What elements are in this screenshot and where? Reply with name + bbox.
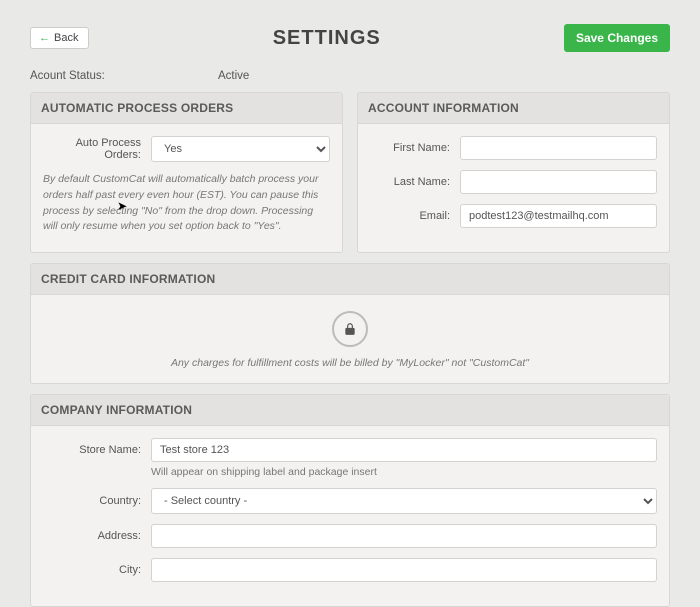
- store-name-help: Will appear on shipping label and packag…: [151, 466, 657, 478]
- account-info-panel-title: ACCOUNT INFORMATION: [358, 93, 669, 124]
- account-status-label: Acount Status:: [30, 70, 218, 82]
- email-input[interactable]: [460, 204, 657, 228]
- header-bar: ← Back SETTINGS Save Changes: [30, 24, 670, 52]
- page-title: SETTINGS: [89, 27, 563, 50]
- credit-card-panel: CREDIT CARD INFORMATION Any charges for …: [30, 263, 670, 384]
- last-name-label: Last Name:: [370, 176, 450, 188]
- auto-process-panel-title: AUTOMATIC PROCESS ORDERS: [31, 93, 342, 124]
- auto-process-select[interactable]: Yes: [151, 136, 330, 162]
- first-name-label: First Name:: [370, 142, 450, 154]
- back-label: Back: [54, 32, 78, 44]
- lock-icon: [332, 311, 368, 347]
- credit-card-panel-title: CREDIT CARD INFORMATION: [31, 264, 669, 295]
- back-button[interactable]: ← Back: [30, 27, 89, 49]
- account-status-row: Acount Status: Active: [30, 70, 670, 82]
- first-name-input[interactable]: [460, 136, 657, 160]
- account-status-value: Active: [218, 70, 249, 82]
- account-info-panel: ACCOUNT INFORMATION First Name: Last Nam…: [357, 92, 670, 253]
- store-name-label: Store Name:: [43, 444, 141, 456]
- auto-process-label: Auto Process Orders:: [43, 137, 141, 161]
- company-info-panel: COMPANY INFORMATION Store Name: Will app…: [30, 394, 670, 607]
- company-info-panel-title: COMPANY INFORMATION: [31, 395, 669, 426]
- country-label: Country:: [43, 495, 141, 507]
- save-changes-button[interactable]: Save Changes: [564, 24, 670, 52]
- city-label: City:: [43, 564, 141, 576]
- store-name-input[interactable]: [151, 438, 657, 462]
- email-label: Email:: [370, 210, 450, 222]
- country-select[interactable]: - Select country -: [151, 488, 657, 514]
- last-name-input[interactable]: [460, 170, 657, 194]
- auto-process-help: By default CustomCat will automatically …: [43, 172, 330, 235]
- address-input[interactable]: [151, 524, 657, 548]
- auto-process-panel: AUTOMATIC PROCESS ORDERS Auto Process Or…: [30, 92, 343, 253]
- address-label: Address:: [43, 530, 141, 542]
- back-arrow-icon: ←: [39, 32, 50, 44]
- city-input[interactable]: [151, 558, 657, 582]
- credit-card-note: Any charges for fulfillment costs will b…: [43, 357, 657, 369]
